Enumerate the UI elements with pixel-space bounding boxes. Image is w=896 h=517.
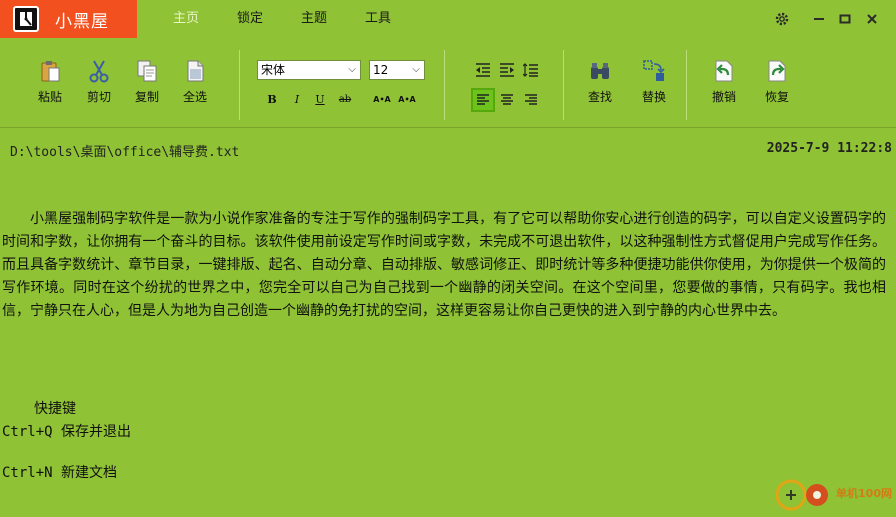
undo-button[interactable]: 撤销 bbox=[704, 58, 744, 105]
shortcut-heading: 快捷键 bbox=[34, 401, 76, 417]
toolbar-separator bbox=[686, 50, 687, 120]
align-right-icon[interactable] bbox=[521, 90, 541, 110]
binoculars-icon bbox=[587, 58, 613, 84]
replace-icon bbox=[641, 58, 667, 84]
menu-theme[interactable]: 主题 bbox=[301, 0, 327, 38]
toolbar-separator bbox=[563, 50, 564, 120]
app-title: 小黑屋 bbox=[55, 11, 109, 32]
toolbar: 粘贴 剪切 复制 全选 宋体 ⌵ 12 ⌵ B I U ab A•A A•A 查… bbox=[0, 38, 896, 128]
copy-icon bbox=[134, 58, 160, 84]
shortcut-line: Ctrl+Q 保存并退出 bbox=[2, 424, 132, 440]
document-paragraph: 小黑屋强制码字软件是一款为小说作家准备的专注于写作的强制码字工具，有了它可以帮助… bbox=[2, 211, 886, 319]
italic-button[interactable]: I bbox=[288, 90, 306, 108]
paste-button[interactable]: 粘贴 bbox=[30, 58, 70, 105]
cut-button[interactable]: 剪切 bbox=[79, 58, 119, 105]
menu-home[interactable]: 主页 bbox=[173, 0, 199, 38]
undo-icon bbox=[711, 58, 737, 84]
line-spacing-icon[interactable] bbox=[521, 60, 541, 80]
bold-button[interactable]: B bbox=[263, 90, 281, 108]
watermark: 单机100网 bbox=[774, 473, 892, 513]
menu-lock[interactable]: 锁定 bbox=[237, 0, 263, 38]
font-shrink-button[interactable]: A•A bbox=[396, 90, 418, 108]
redo-icon bbox=[764, 58, 790, 84]
watermark-logo-icon bbox=[775, 479, 829, 511]
align-center-icon[interactable] bbox=[497, 90, 517, 110]
shortcut-line: Ctrl+N 新建文档 bbox=[2, 465, 118, 481]
close-icon[interactable] bbox=[863, 10, 881, 28]
replace-button[interactable]: 替换 bbox=[634, 58, 674, 105]
scissors-icon bbox=[86, 58, 112, 84]
redo-button[interactable]: 恢复 bbox=[757, 58, 797, 105]
title-bar: 小黑屋 主页 锁定 主题 工具 bbox=[0, 0, 896, 38]
align-left-icon[interactable] bbox=[471, 88, 495, 112]
copy-button[interactable]: 复制 bbox=[127, 58, 167, 105]
minimize-icon[interactable] bbox=[810, 10, 828, 28]
settings-gear-icon[interactable] bbox=[773, 10, 791, 28]
watermark-text: 单机100网 bbox=[836, 487, 892, 500]
toolbar-separator bbox=[444, 50, 445, 120]
find-button[interactable]: 查找 bbox=[580, 58, 620, 105]
maximize-icon[interactable] bbox=[836, 10, 854, 28]
indent-decrease-icon[interactable] bbox=[473, 60, 493, 80]
chevron-down-icon: ⌵ bbox=[412, 64, 420, 75]
font-family-select[interactable]: 宋体 ⌵ bbox=[257, 60, 361, 80]
select-all-icon bbox=[182, 58, 208, 84]
app-logo-icon bbox=[13, 6, 39, 32]
font-grow-button[interactable]: A•A bbox=[371, 90, 393, 108]
menu-tools[interactable]: 工具 bbox=[365, 0, 391, 38]
strikethrough-button[interactable]: ab bbox=[336, 90, 354, 108]
document-editor[interactable]: 小黑屋强制码字软件是一款为小说作家准备的专注于写作的强制码字工具，有了它可以帮助… bbox=[2, 208, 886, 323]
app-brand: 小黑屋 bbox=[0, 0, 137, 38]
font-size-select[interactable]: 12 ⌵ bbox=[369, 60, 425, 80]
select-all-button[interactable]: 全选 bbox=[175, 58, 215, 105]
file-datetime: 2025-7-9 11:22:8 bbox=[766, 141, 892, 156]
chevron-down-icon: ⌵ bbox=[348, 64, 356, 75]
toolbar-separator bbox=[239, 50, 240, 120]
indent-increase-icon[interactable] bbox=[497, 60, 517, 80]
paste-icon bbox=[37, 58, 63, 84]
file-path: D:\tools\桌面\office\辅导费.txt bbox=[10, 145, 240, 160]
underline-button[interactable]: U bbox=[311, 90, 329, 108]
